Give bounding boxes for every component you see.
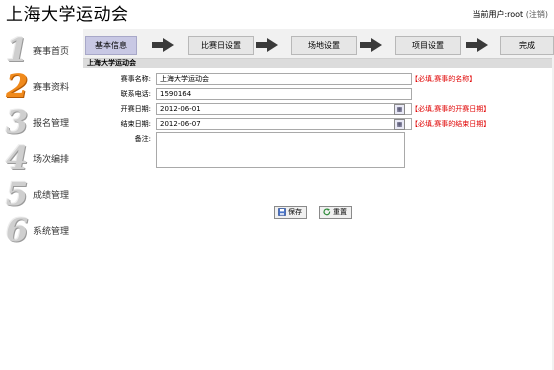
sidebar: 1 赛事首页 2 赛事资料 3 报名管理 4 场次编排 5 成绩管理 6 系统管… [0, 29, 82, 370]
arrow-right-icon [256, 38, 278, 52]
sidebar-item-scheduling[interactable]: 4 场次编排 [4, 139, 84, 177]
step-venues[interactable]: 场地设置 [291, 36, 357, 55]
end-date-hint: 【必填,赛事的结束日期】 [411, 120, 491, 128]
refresh-icon [323, 208, 331, 216]
arrow-right-icon [466, 38, 488, 52]
start-date-label: 开赛日期: [120, 105, 151, 113]
start-date-input[interactable] [156, 103, 412, 115]
sidebar-item-home[interactable]: 1 赛事首页 [4, 31, 84, 69]
save-button-label: 保存 [288, 208, 302, 216]
event-name-input[interactable] [156, 73, 412, 85]
main-content: 基本信息 比赛日设置 场地设置 项目设置 完成 上海大学运动会 赛事名称: 【必… [83, 29, 554, 370]
arrow-right-icon [360, 38, 382, 52]
reset-button[interactable]: 重置 [319, 206, 352, 219]
logout-link[interactable]: (注销) [526, 10, 548, 19]
end-date-label: 结束日期: [120, 120, 151, 128]
step-basic-info[interactable]: 基本信息 [85, 36, 137, 55]
sidebar-item-label: 赛事首页 [33, 47, 70, 57]
phone-label: 联系电话: [120, 90, 151, 98]
sidebar-item-system[interactable]: 6 系统管理 [4, 211, 84, 249]
sidebar-item-registration[interactable]: 3 报名管理 [4, 103, 84, 141]
sidebar-item-results[interactable]: 5 成绩管理 [4, 175, 84, 213]
calendar-icon[interactable]: ▦ [394, 119, 405, 130]
start-date-hint: 【必填,赛事的开赛日期】 [411, 105, 491, 113]
user-info: 当前用户:root (注销) [472, 9, 548, 20]
arrow-right-icon [152, 38, 174, 52]
end-date-input[interactable] [156, 118, 412, 130]
step-number-4-icon: 4 [6, 139, 29, 177]
sidebar-item-label: 成绩管理 [33, 191, 70, 201]
phone-input[interactable] [156, 88, 412, 100]
sidebar-item-label: 赛事资料 [33, 83, 70, 93]
save-button[interactable]: 保存 [274, 206, 307, 219]
wizard-steps: 基本信息 比赛日设置 场地设置 项目设置 完成 [83, 29, 554, 57]
step-match-days[interactable]: 比赛日设置 [188, 36, 254, 55]
notes-label: 备注: [134, 135, 151, 143]
sidebar-item-label: 场次编排 [33, 155, 70, 165]
notes-textarea[interactable] [156, 132, 405, 168]
step-number-3-icon: 3 [6, 103, 29, 141]
sidebar-item-event-info[interactable]: 2 赛事资料 [4, 67, 84, 105]
event-name-hint: 【必填,赛事的名称】 [411, 75, 477, 83]
app-title: 上海大学运动会 [6, 5, 129, 25]
current-user-prefix: 当前用户: [472, 10, 508, 19]
calendar-icon[interactable]: ▦ [394, 104, 405, 115]
reset-button-label: 重置 [333, 208, 347, 216]
step-number-1-icon: 1 [6, 31, 29, 69]
save-icon [278, 208, 286, 216]
sidebar-item-label: 系统管理 [33, 227, 70, 237]
step-number-6-icon: 6 [6, 211, 29, 249]
step-finish[interactable]: 完成 [500, 36, 554, 55]
sidebar-item-label: 报名管理 [33, 119, 70, 129]
current-username: root [507, 10, 524, 19]
step-events[interactable]: 项目设置 [395, 36, 461, 55]
event-name-label: 赛事名称: [120, 75, 151, 83]
step-number-2-icon: 2 [6, 67, 29, 105]
panel-title: 上海大学运动会 [83, 59, 552, 68]
step-number-5-icon: 5 [6, 175, 29, 213]
event-form-panel: 上海大学运动会 赛事名称: 【必填,赛事的名称】 联系电话: 开赛日期: ▦ 【… [83, 58, 552, 370]
